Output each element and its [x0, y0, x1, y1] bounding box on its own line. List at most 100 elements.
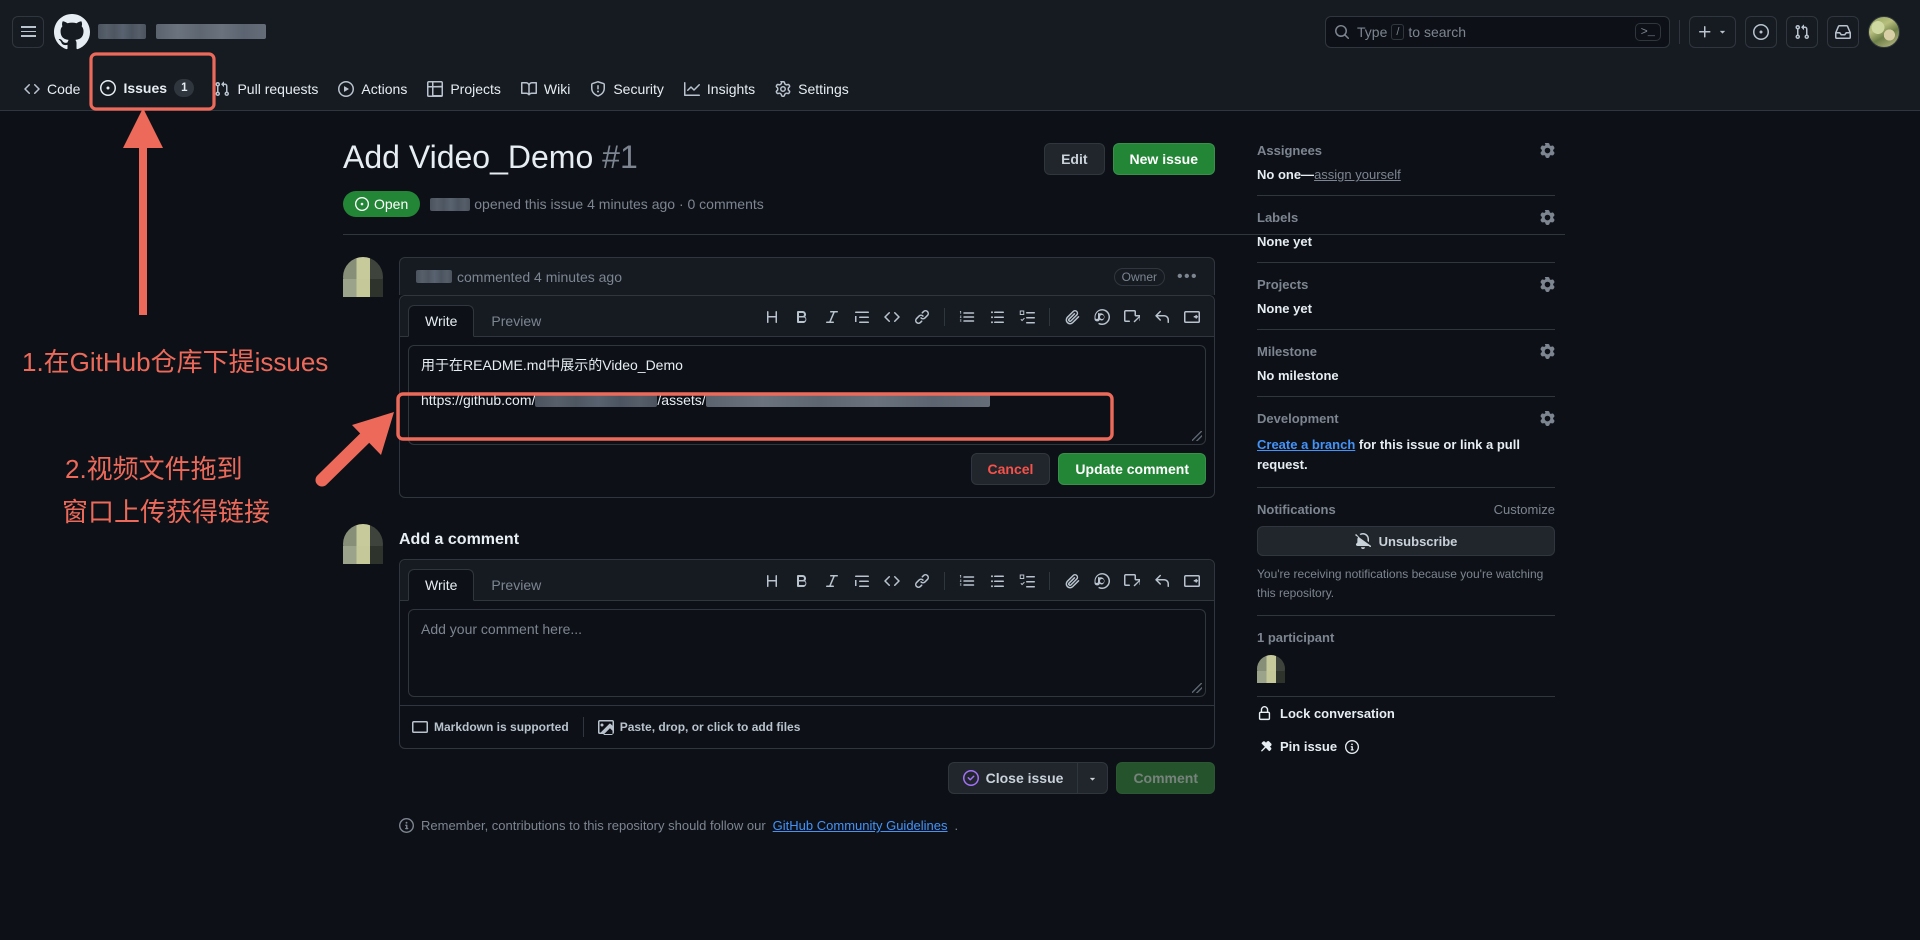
comment-body-input[interactable]: 用于在README.md中展示的Video_Demo https://githu… [408, 345, 1206, 445]
new-issue-button[interactable]: New issue [1112, 143, 1215, 175]
avatar[interactable] [343, 524, 383, 564]
gear-icon[interactable] [1540, 411, 1555, 426]
link-icon[interactable] [908, 568, 936, 594]
heading-icon[interactable] [758, 568, 786, 594]
mention-icon[interactable] [1088, 568, 1116, 594]
projects-value: None yet [1257, 301, 1312, 316]
task-list-icon[interactable] [1013, 568, 1041, 594]
page-title: Add Video_Demo #1 [343, 137, 638, 177]
tab-preview[interactable]: Preview [474, 305, 558, 337]
table-icon [427, 81, 444, 97]
tab-security[interactable]: Security [580, 81, 674, 110]
unordered-list-icon[interactable] [983, 568, 1011, 594]
bold-icon[interactable] [788, 304, 816, 330]
sidebar-section-notifications: Notifications Customize Unsubscribe You'… [1257, 488, 1555, 617]
avatar[interactable] [1257, 655, 1285, 684]
toolbar-divider [944, 572, 945, 590]
tab-write[interactable]: Write [408, 305, 475, 337]
new-tab-write[interactable]: Write [408, 569, 475, 601]
bold-icon[interactable] [788, 568, 816, 594]
your-issues-button[interactable] [1745, 15, 1777, 48]
task-list-icon[interactable] [1013, 304, 1041, 330]
repo-navigation: Code Issues 1 Pull requests Actions Proj… [0, 63, 1920, 111]
github-logo-icon[interactable] [54, 13, 90, 50]
tab-issues[interactable]: Issues 1 [90, 79, 204, 110]
unsubscribe-button[interactable]: Unsubscribe [1257, 526, 1555, 556]
markdown-icon[interactable] [1178, 568, 1206, 594]
comment-menu-icon[interactable]: ••• [1177, 268, 1198, 286]
resize-handle[interactable] [1192, 431, 1202, 441]
tab-pull-requests[interactable]: Pull requests [204, 81, 328, 110]
your-pull-requests-button[interactable] [1786, 15, 1818, 48]
tab-actions[interactable]: Actions [328, 81, 417, 110]
tab-code[interactable]: Code [14, 81, 90, 110]
avatar[interactable] [343, 257, 383, 297]
attachment-icon[interactable] [1058, 568, 1086, 594]
avatar[interactable] [1868, 15, 1900, 48]
reply-icon[interactable] [1148, 304, 1176, 330]
new-comment-input[interactable]: Add your comment here... [408, 609, 1206, 697]
attachment-icon[interactable] [1058, 304, 1086, 330]
close-issue-dropdown[interactable] [1077, 762, 1109, 794]
create-branch-link[interactable]: Create a branch [1257, 437, 1355, 452]
reference-icon[interactable] [1118, 568, 1146, 594]
quote-icon[interactable] [848, 304, 876, 330]
notifications-inbox-button[interactable] [1827, 15, 1859, 48]
reference-icon[interactable] [1118, 304, 1146, 330]
repo-name-redacted[interactable] [156, 24, 266, 39]
pin-issue-button[interactable]: Pin issue [1257, 730, 1555, 763]
tab-settings[interactable]: Settings [765, 81, 859, 110]
edit-button[interactable]: Edit [1044, 143, 1105, 175]
cancel-button[interactable]: Cancel [970, 453, 1051, 485]
ordered-list-icon[interactable] [953, 568, 981, 594]
markdown-supported-note[interactable]: Markdown is supported [412, 719, 569, 735]
issue-opened-icon [100, 80, 117, 96]
issue-title-row: Add Video_Demo #1 Edit New issue [343, 137, 1215, 177]
new-tab-preview[interactable]: Preview [474, 569, 558, 601]
new-comment-editor: Write Preview Add your comment here... M… [399, 559, 1215, 749]
play-icon [338, 81, 355, 97]
gear-icon[interactable] [1540, 143, 1555, 158]
create-new-button[interactable] [1689, 15, 1736, 48]
mention-icon[interactable] [1088, 304, 1116, 330]
close-issue-button[interactable]: Close issue [947, 762, 1078, 794]
update-comment-button[interactable]: Update comment [1058, 453, 1206, 485]
tab-projects[interactable]: Projects [417, 81, 511, 110]
tab-insights[interactable]: Insights [674, 81, 765, 110]
comment-button[interactable]: Comment [1116, 762, 1215, 794]
author-redacted[interactable] [430, 197, 471, 211]
resize-handle[interactable] [1192, 683, 1202, 693]
guidelines-link[interactable]: GitHub Community Guidelines [773, 818, 948, 833]
file-attach-note[interactable]: Paste, drop, or click to add files [597, 719, 800, 735]
comment-editor: Write Preview 用于在README.md中展示的Video_Demo… [399, 295, 1215, 498]
gear-icon[interactable] [1540, 210, 1555, 225]
header-actions: Type / to search >_ [1325, 15, 1900, 48]
menu-icon[interactable] [12, 15, 44, 48]
gear-icon[interactable] [1540, 344, 1555, 359]
editor-actions: Cancel Update comment [400, 453, 1214, 497]
italic-icon[interactable] [818, 568, 846, 594]
assign-yourself-link[interactable]: assign yourself [1314, 167, 1401, 182]
customize-link[interactable]: Customize [1494, 502, 1555, 517]
italic-icon[interactable] [818, 304, 846, 330]
reply-icon[interactable] [1148, 568, 1176, 594]
markdown-icon[interactable] [1178, 304, 1206, 330]
ordered-list-icon[interactable] [953, 304, 981, 330]
quote-icon[interactable] [848, 568, 876, 594]
lock-conversation-button[interactable]: Lock conversation [1257, 697, 1555, 730]
sidebar-section-participants: 1 participant [1257, 616, 1555, 698]
repo-owner-redacted[interactable] [98, 24, 146, 39]
gear-icon[interactable] [1540, 277, 1555, 292]
milestone-title: Milestone [1257, 344, 1317, 359]
link-icon[interactable] [908, 304, 936, 330]
commenter-redacted[interactable] [416, 270, 452, 283]
command-palette-icon[interactable]: >_ [1634, 22, 1661, 41]
tab-wiki[interactable]: Wiki [511, 81, 580, 110]
unordered-list-icon[interactable] [983, 304, 1011, 330]
search-input[interactable]: Type / to search >_ [1325, 15, 1670, 48]
heading-icon[interactable] [758, 304, 786, 330]
code-icon[interactable] [878, 304, 906, 330]
search-ph-suffix: to search [1408, 23, 1467, 40]
code-icon[interactable] [878, 568, 906, 594]
role-badge: Owner [1113, 267, 1165, 286]
